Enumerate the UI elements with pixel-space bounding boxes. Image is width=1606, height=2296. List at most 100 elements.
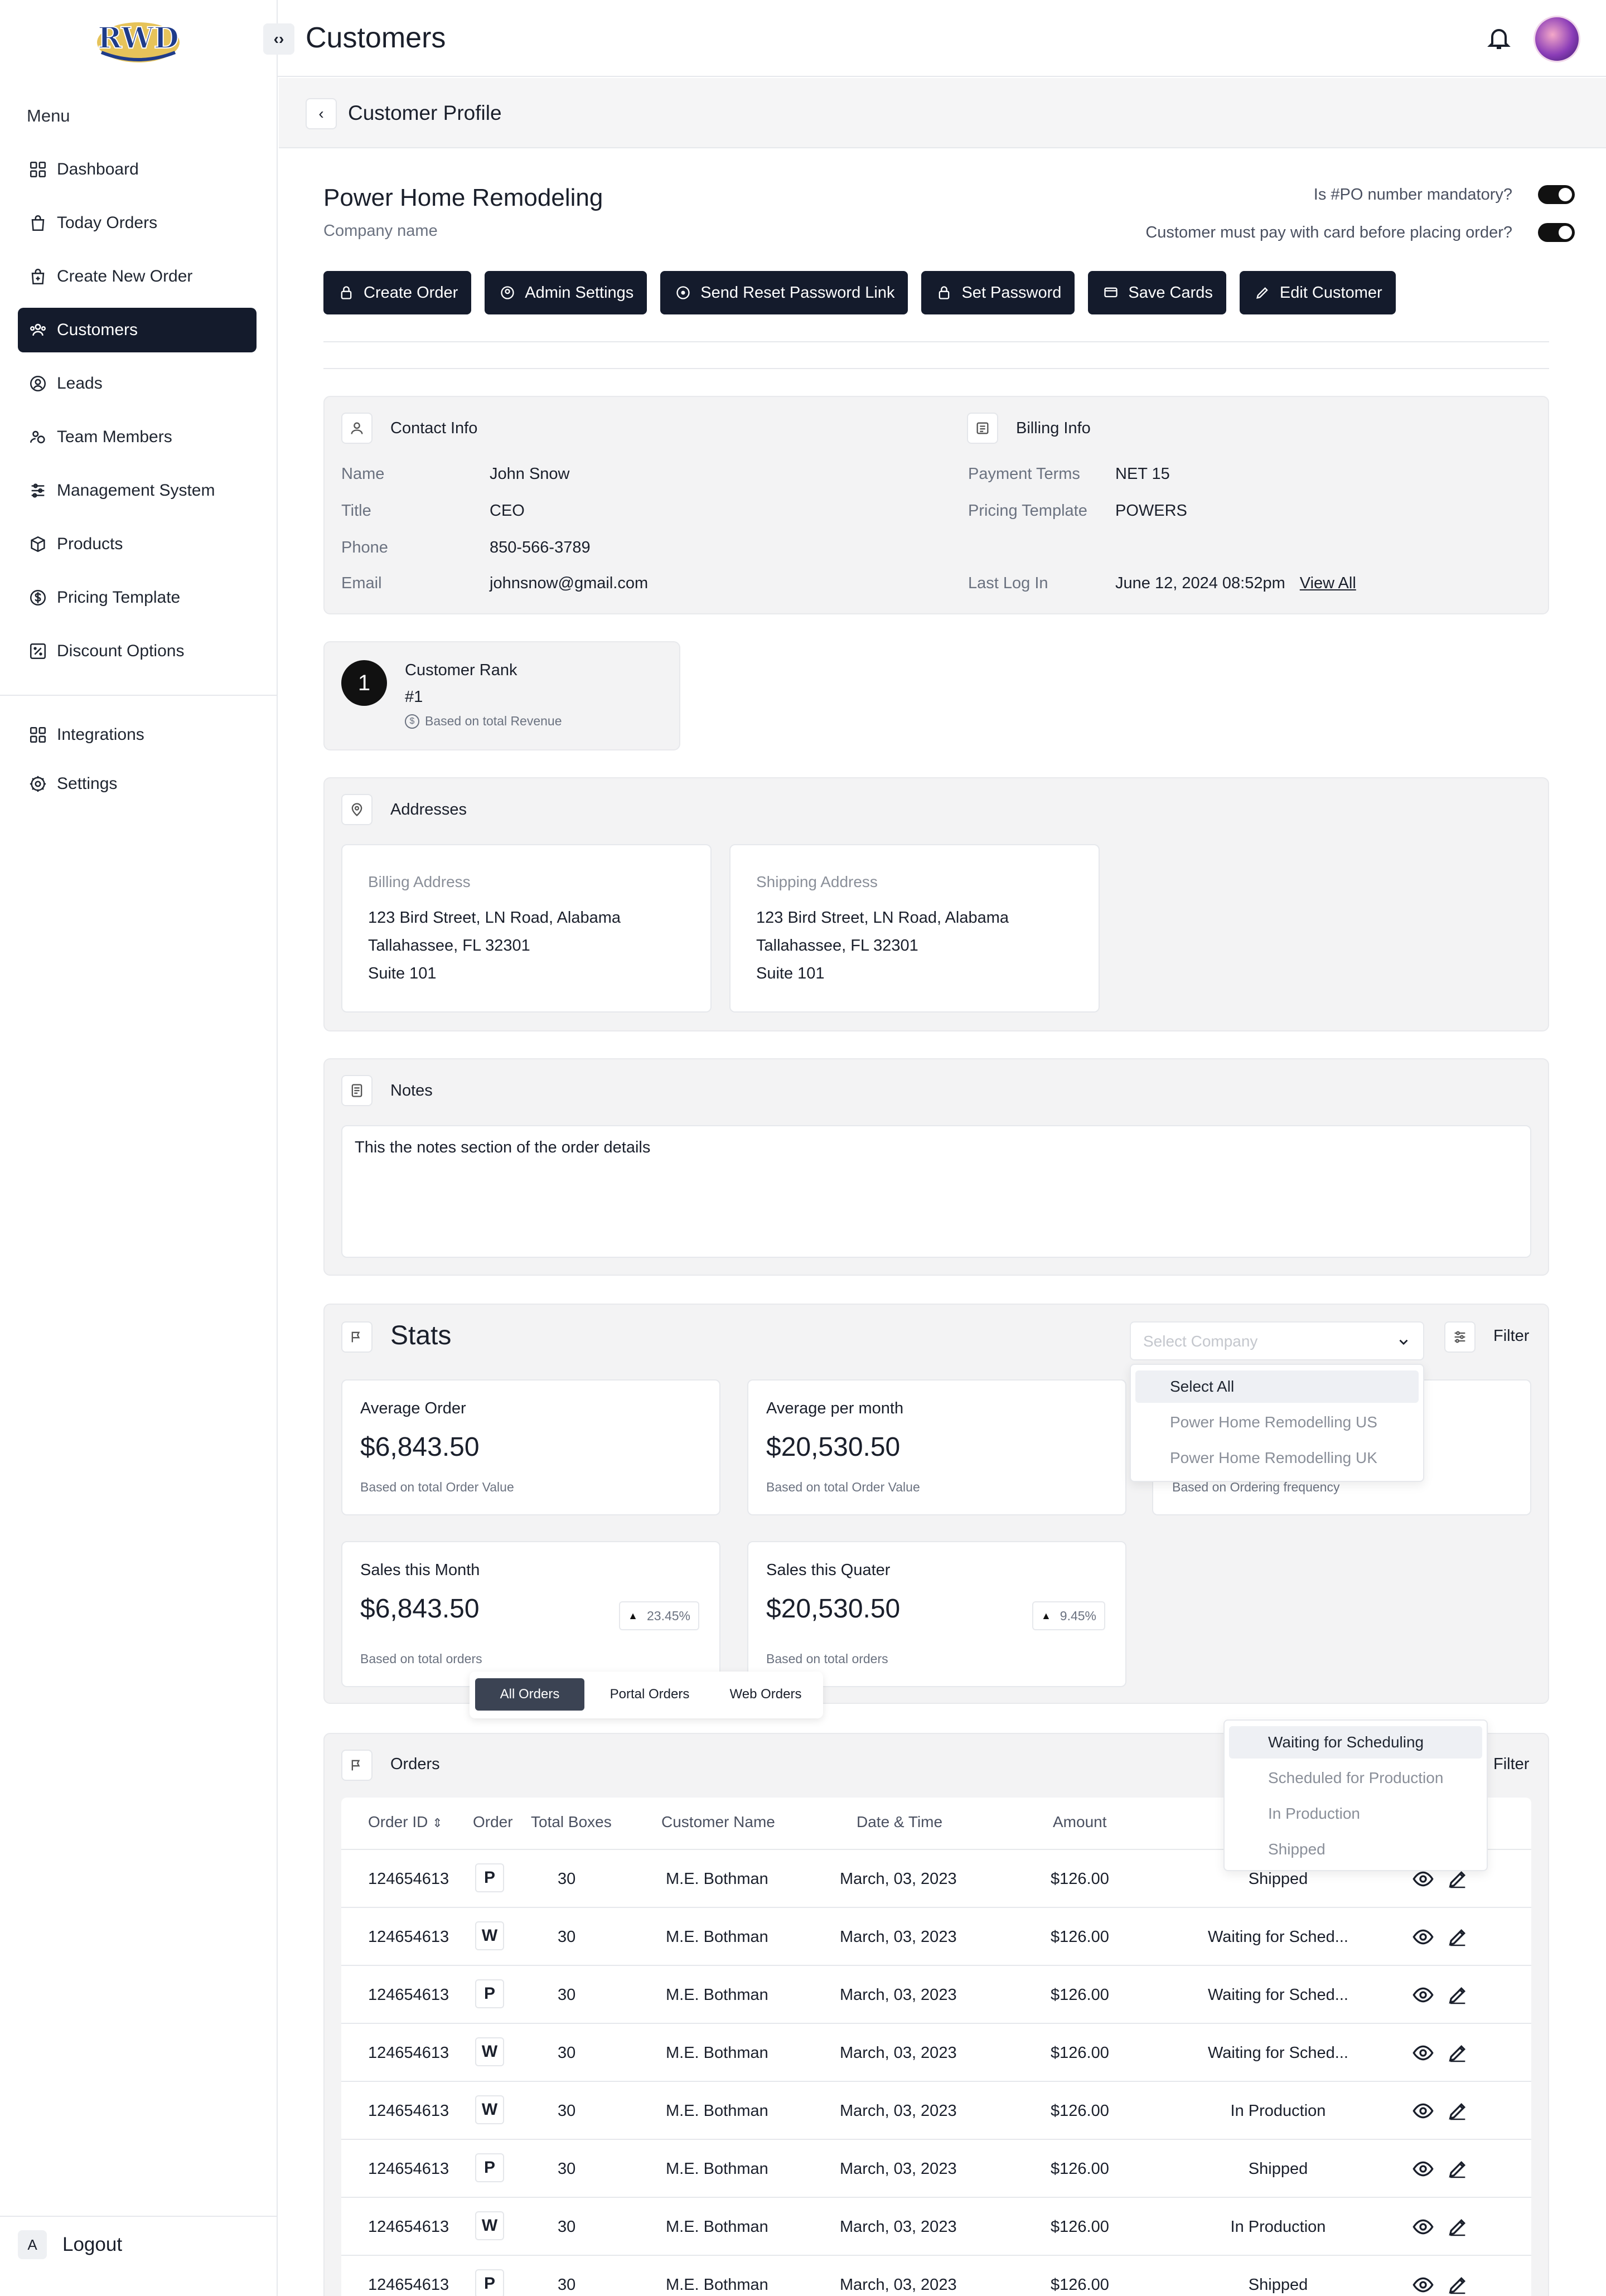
customer-name: M.E. Bothman: [666, 1928, 768, 1946]
order-id: 124654613: [368, 2102, 449, 2120]
orders-filter-label[interactable]: Filter: [1493, 1755, 1529, 1774]
order-id: 124654613: [368, 1986, 449, 2004]
order-amount: $126.00: [1051, 2044, 1109, 2062]
sidebar-item-products[interactable]: Products: [18, 522, 257, 566]
address-line: 123 Bird Street, LN Road, Alabama: [368, 909, 621, 927]
contact-name-row: Name John Snow: [341, 465, 570, 483]
orders-title: Orders: [390, 1755, 440, 1773]
table-row[interactable]: 124654613 W 30 M.E. Bothman March, 03, 2023 $…: [341, 1907, 1531, 1965]
avatar[interactable]: [1534, 16, 1580, 62]
eye-icon[interactable]: [1412, 2042, 1434, 2064]
eye-icon[interactable]: [1412, 1984, 1434, 2006]
col-order: Order: [473, 1813, 513, 1830]
dropdown-option-us[interactable]: Power Home Remodelling US: [1135, 1406, 1419, 1438]
table-row[interactable]: 124654613 P 30 M.E. Bothman March, 03, 2023 $…: [341, 1965, 1531, 2023]
customer-rank-title: Customer Rank: [405, 661, 517, 679]
notes-text: This the notes section of the order deta…: [355, 1139, 651, 1156]
save-cards-button[interactable]: Save Cards: [1088, 271, 1226, 314]
back-button[interactable]: ‹: [306, 98, 337, 129]
col-total-boxes: Total Boxes: [531, 1813, 612, 1830]
set-password-button[interactable]: Set Password: [921, 271, 1075, 314]
total-boxes: 30: [558, 1928, 576, 1946]
company-select[interactable]: Select Company: [1130, 1321, 1424, 1360]
sidebar-item-pricing-template[interactable]: Pricing Template: [18, 575, 257, 620]
table-row[interactable]: 124654613 P 30 M.E. Bothman March, 03, 2023 $…: [341, 2139, 1531, 2197]
pencil-icon[interactable]: [1447, 1926, 1469, 1948]
pencil-icon[interactable]: [1447, 2158, 1469, 2180]
logout-button[interactable]: A Logout: [18, 2230, 122, 2259]
eye-icon[interactable]: [1412, 2158, 1434, 2180]
sidebar-item-integrations[interactable]: Integrations: [18, 713, 257, 757]
billing-info-title: Billing Info: [1016, 419, 1091, 437]
stats-title: Stats: [390, 1321, 452, 1350]
total-boxes: 30: [558, 2044, 576, 2062]
tab-portal-orders[interactable]: Portal Orders: [596, 1678, 704, 1711]
sidebar-item-customers[interactable]: Customers: [18, 308, 257, 352]
tab-all-orders[interactable]: All Orders: [475, 1678, 584, 1711]
sidebar-item-today-orders[interactable]: Today Orders: [18, 201, 257, 245]
order-id: 124654613: [368, 2276, 449, 2294]
view-all-link[interactable]: View All: [1300, 574, 1356, 592]
order-status: In Production: [1230, 2102, 1326, 2120]
col-customer-name: Customer Name: [661, 1813, 775, 1830]
sidebar-item-management-system[interactable]: Management System: [18, 468, 257, 513]
status-option-shipped[interactable]: Shipped: [1229, 1833, 1482, 1866]
sidebar-item-leads[interactable]: Leads: [18, 361, 257, 406]
sidebar-item-team-members[interactable]: Team Members: [18, 415, 257, 459]
col-order-id[interactable]: Order ID ⇕: [368, 1813, 443, 1831]
pencil-icon[interactable]: [1447, 2216, 1469, 2238]
collapse-sidebar-button[interactable]: ‹›: [263, 23, 294, 55]
sidebar-item-dashboard[interactable]: Dashboard: [18, 147, 257, 192]
eye-icon[interactable]: [1412, 1926, 1434, 1948]
tab-web-orders[interactable]: Web Orders: [714, 1678, 817, 1711]
sidebar-item-label: Team Members: [57, 428, 172, 446]
status-option-scheduled[interactable]: Scheduled for Production: [1229, 1762, 1482, 1794]
status-option-in-production[interactable]: In Production: [1229, 1798, 1482, 1830]
pencil-icon[interactable]: [1447, 2042, 1469, 2064]
sidebar: RWD Menu Dashboard Today Orders Create New…: [0, 0, 278, 2296]
create-order-button[interactable]: Create Order: [323, 271, 472, 314]
send-reset-password-label: Send Reset Password Link: [700, 283, 895, 302]
eye-icon[interactable]: [1412, 2274, 1434, 2296]
card-before-order-toggle[interactable]: [1538, 223, 1575, 242]
table-row[interactable]: 124654613 W 30 M.E. Bothman March, 03, 2023 $…: [341, 2197, 1531, 2255]
sidebar-item-discount-options[interactable]: Discount Options: [18, 629, 257, 674]
label: Email: [341, 574, 382, 592]
order-status: Waiting for Sched...: [1208, 1928, 1348, 1946]
pencil-icon[interactable]: [1447, 2100, 1469, 2122]
table-row[interactable]: 124654613 W 30 M.E. Bothman March, 03, 2023 $…: [341, 2023, 1531, 2081]
order-id: 124654613: [368, 2160, 449, 2178]
sidebar-item-settings[interactable]: Settings: [18, 762, 257, 806]
eye-icon[interactable]: [1412, 2216, 1434, 2238]
bell-icon[interactable]: [1486, 25, 1512, 51]
label: Pricing Template: [968, 502, 1087, 520]
sliders-icon[interactable]: [1444, 1321, 1476, 1353]
send-reset-password-button[interactable]: Send Reset Password Link: [660, 271, 908, 314]
last-login-row: Last Log In June 12, 2024 08:52pm View All: [968, 574, 1356, 593]
sidebar-item-label: Integrations: [57, 725, 144, 744]
notes-textarea[interactable]: This the notes section of the order deta…: [341, 1125, 1531, 1258]
location-pin-icon: [341, 794, 373, 825]
sidebar-item-create-new-order[interactable]: Create New Order: [18, 254, 257, 299]
dropdown-option-uk[interactable]: Power Home Remodelling UK: [1135, 1442, 1419, 1474]
po-mandatory-toggle[interactable]: [1538, 185, 1575, 204]
edit-customer-button[interactable]: Edit Customer: [1239, 271, 1396, 314]
pencil-icon[interactable]: [1447, 1984, 1469, 2006]
label: Name: [341, 465, 385, 483]
status-option-waiting[interactable]: Waiting for Scheduling: [1229, 1726, 1482, 1759]
sort-icon[interactable]: ⇕: [432, 1816, 442, 1830]
order-amount: $126.00: [1051, 1928, 1109, 1946]
pencil-icon[interactable]: [1447, 1868, 1469, 1890]
trend-value: 9.45%: [1060, 1608, 1096, 1623]
table-row[interactable]: 124654613 W 30 M.E. Bothman March, 03, 2023 $…: [341, 2081, 1531, 2139]
eye-icon[interactable]: [1412, 2100, 1434, 2122]
order-type-badge: P: [475, 2269, 504, 2296]
po-mandatory-row: Is #PO number mandatory?: [1314, 185, 1575, 204]
dropdown-option-select-all[interactable]: Select All: [1135, 1370, 1419, 1403]
table-row[interactable]: 124654613 P 30 M.E. Bothman March, 03, 2023 $…: [341, 2255, 1531, 2296]
eye-icon[interactable]: [1412, 1868, 1434, 1890]
pencil-icon[interactable]: [1447, 2274, 1469, 2296]
stats-filter-label[interactable]: Filter: [1493, 1327, 1529, 1345]
sidebar-item-label: Products: [57, 535, 123, 553]
admin-settings-button[interactable]: Admin Settings: [485, 271, 647, 314]
